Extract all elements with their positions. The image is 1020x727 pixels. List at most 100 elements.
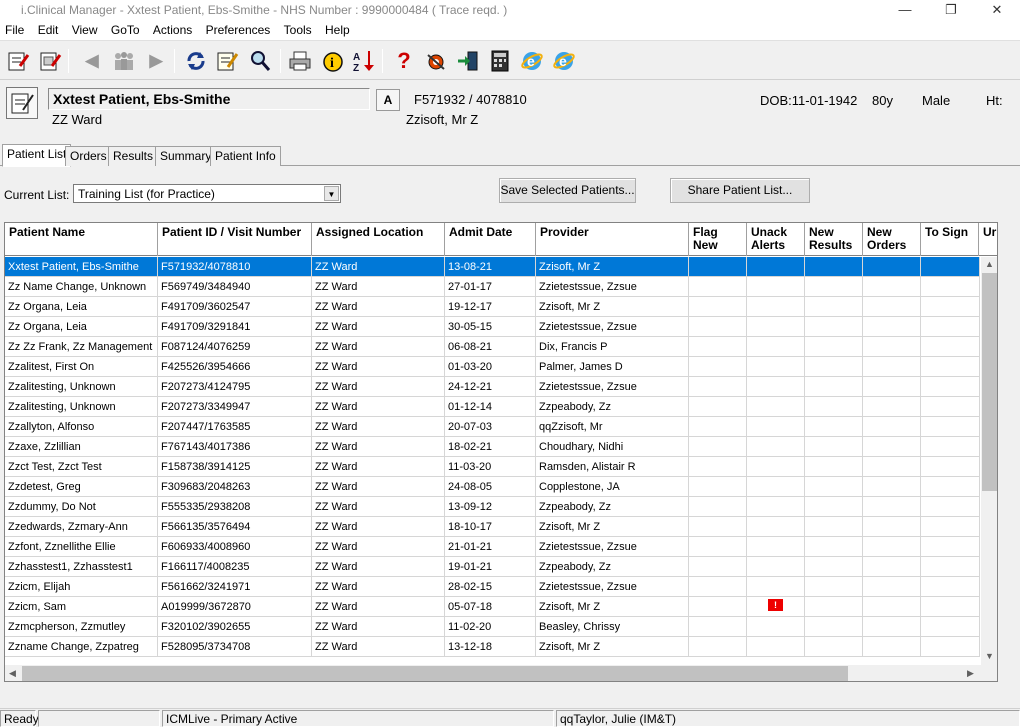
cell-unack-alerts: ! <box>747 597 805 617</box>
exit-icon[interactable] <box>456 49 480 73</box>
cell-patient-id: F767143/4017386 <box>158 437 312 457</box>
minimize-button[interactable]: — <box>882 0 928 20</box>
restore-button[interactable]: ❐ <box>928 0 974 20</box>
tab-orders[interactable]: Orders <box>65 146 112 166</box>
table-row[interactable]: Zzfont, Zznellithe Ellie F606933/4008960 Z… <box>5 537 980 557</box>
cell-location: ZZ Ward <box>312 437 445 457</box>
tab-patient-list[interactable]: Patient List <box>2 144 72 167</box>
column-header-ur[interactable]: Ur <box>979 223 997 256</box>
calculator-icon[interactable] <box>488 49 512 73</box>
table-row[interactable]: Zzdummy, Do Not F555335/2938208 ZZ Ward 13-… <box>5 497 980 517</box>
table-row[interactable]: Zz Organa, Leia F491709/3291841 ZZ Ward 30-… <box>5 317 980 337</box>
forward-arrow-icon[interactable]: ▶ <box>144 49 168 73</box>
menu-edit[interactable]: Edit <box>33 20 64 37</box>
menu-view[interactable]: View <box>67 20 103 37</box>
horizontal-scrollbar[interactable]: ◀ ▶ <box>5 665 997 681</box>
cell-flag-new <box>689 357 747 377</box>
cell-provider: Ramsden, Alistair R <box>536 457 689 477</box>
table-row[interactable]: Zzallyton, Alfonso F207447/1763585 ZZ Ward… <box>5 417 980 437</box>
table-row[interactable]: Zz Zz Frank, Zz Management F087124/407625… <box>5 337 980 357</box>
people-icon[interactable] <box>112 49 136 73</box>
table-row[interactable]: Zzicm, Sam A019999/3672870 ZZ Ward 05-07-18… <box>5 597 980 617</box>
refresh-icon[interactable] <box>184 49 208 73</box>
column-header-unack-alerts[interactable]: Unack Alerts <box>747 223 805 256</box>
menu-help[interactable]: Help <box>320 20 355 37</box>
cell-location: ZZ Ward <box>312 457 445 477</box>
vertical-scrollbar[interactable]: ▲ ▼ <box>981 257 997 665</box>
column-header-new-orders[interactable]: New Orders <box>863 223 921 256</box>
scroll-left-icon[interactable]: ◀ <box>9 668 16 679</box>
notes-icon[interactable] <box>215 49 239 73</box>
cell-new-results <box>805 617 863 637</box>
menu-preferences[interactable]: Preferences <box>201 20 276 37</box>
search-icon[interactable] <box>248 49 272 73</box>
column-header-admit-date[interactable]: Admit Date <box>445 223 536 256</box>
column-header-location[interactable]: Assigned Location <box>312 223 445 256</box>
save-selected-button[interactable]: Save Selected Patients... <box>499 178 636 203</box>
table-row[interactable]: Xxtest Patient, Ebs-Smithe F571932/407881… <box>5 257 980 277</box>
cell-patient-id: A019999/3672870 <box>158 597 312 617</box>
cell-unack-alerts <box>747 637 805 657</box>
ie-icon[interactable]: e <box>520 49 544 73</box>
back-arrow-icon[interactable]: ◀ <box>80 49 104 73</box>
column-header-to-sign[interactable]: To Sign <box>921 223 979 256</box>
chevron-down-icon[interactable]: ▼ <box>324 186 339 201</box>
cell-to-sign <box>921 437 980 457</box>
menu-goto[interactable]: GoTo <box>106 20 145 37</box>
column-header-patient-name[interactable]: Patient Name <box>5 223 158 256</box>
info-icon[interactable]: i <box>320 49 344 73</box>
table-row[interactable]: Zzicm, Elijah F561662/3241971 ZZ Ward 28-02… <box>5 577 980 597</box>
close-button[interactable]: ✕ <box>974 0 1020 20</box>
cell-patient-id: F566135/3576494 <box>158 517 312 537</box>
table-row[interactable]: Zzedwards, Zzmary-Ann F566135/3576494 ZZ W… <box>5 517 980 537</box>
settings-icon[interactable] <box>424 49 448 73</box>
ie-icon-2[interactable]: e <box>552 49 576 73</box>
column-header-new-results[interactable]: New Results <box>805 223 863 256</box>
table-row[interactable]: Zzalitesting, Unknown F207273/3349947 ZZ W… <box>5 397 980 417</box>
print-icon[interactable] <box>288 49 312 73</box>
table-row[interactable]: Zzalitesting, Unknown F207273/4124795 ZZ W… <box>5 377 980 397</box>
cell-patient-id: F425526/3954666 <box>158 357 312 377</box>
column-header-flag-new[interactable]: Flag New <box>689 223 747 256</box>
table-row[interactable]: Zzdetest, Greg F309683/2048263 ZZ Ward 24-0… <box>5 477 980 497</box>
cell-admit-date: 11-02-20 <box>445 617 536 637</box>
patient-list-2-icon[interactable] <box>38 49 62 73</box>
share-list-button[interactable]: Share Patient List... <box>670 178 810 203</box>
column-header-provider[interactable]: Provider <box>536 223 689 256</box>
table-row[interactable]: Zzaxe, Zzlillian F767143/4017386 ZZ Ward 18… <box>5 437 980 457</box>
vertical-scroll-thumb[interactable] <box>982 273 997 491</box>
table-row[interactable]: Zzmcpherson, Zzmutley F320102/3902655 ZZ W… <box>5 617 980 637</box>
cell-flag-new <box>689 417 747 437</box>
help-icon[interactable]: ? <box>392 48 416 73</box>
cell-patient-name: Zzct Test, Zzct Test <box>5 457 158 477</box>
patient-list-icon[interactable] <box>6 49 30 73</box>
cell-location: ZZ Ward <box>312 637 445 657</box>
table-row[interactable]: Zz Name Change, Unknown F569749/3484940 ZZ… <box>5 277 980 297</box>
cell-admit-date: 13-09-12 <box>445 497 536 517</box>
column-header-patient-id[interactable]: Patient ID / Visit Number <box>158 223 312 256</box>
tab-summary[interactable]: Summary <box>155 146 217 166</box>
menu-tools[interactable]: Tools <box>279 20 317 37</box>
menu-file[interactable]: File <box>0 20 29 37</box>
tab-results[interactable]: Results <box>108 146 159 166</box>
sort-az-icon[interactable]: AZ <box>352 49 376 73</box>
menu-actions[interactable]: Actions <box>148 20 197 37</box>
table-row[interactable]: Zzct Test, Zzct Test F158738/3914125 ZZ Wa… <box>5 457 980 477</box>
horizontal-scroll-thumb[interactable] <box>22 666 848 681</box>
scroll-up-icon[interactable]: ▲ <box>985 259 994 269</box>
scroll-down-icon[interactable]: ▼ <box>985 651 994 661</box>
current-list-value: Training List (for Practice) <box>78 187 215 201</box>
alert-flag-icon[interactable]: ! <box>768 599 783 611</box>
cell-location: ZZ Ward <box>312 397 445 417</box>
current-list-select[interactable]: Training List (for Practice) ▼ <box>73 184 341 203</box>
table-row[interactable]: Zzhasstest1, Zzhasstest1 F166117/4008235 Z… <box>5 557 980 577</box>
table-row[interactable]: Zzname Change, Zzpatreg F528095/3734708 ZZ… <box>5 637 980 657</box>
cell-new-results <box>805 277 863 297</box>
alert-button[interactable]: A <box>376 89 400 111</box>
tab-patient-info[interactable]: Patient Info <box>210 146 281 166</box>
table-row[interactable]: Zzalitest, First On F425526/3954666 ZZ War… <box>5 357 980 377</box>
scroll-right-icon[interactable]: ▶ <box>967 668 974 679</box>
patient-chart-icon[interactable] <box>6 87 38 119</box>
cell-flag-new <box>689 377 747 397</box>
table-row[interactable]: Zz Organa, Leia F491709/3602547 ZZ Ward 19-… <box>5 297 980 317</box>
